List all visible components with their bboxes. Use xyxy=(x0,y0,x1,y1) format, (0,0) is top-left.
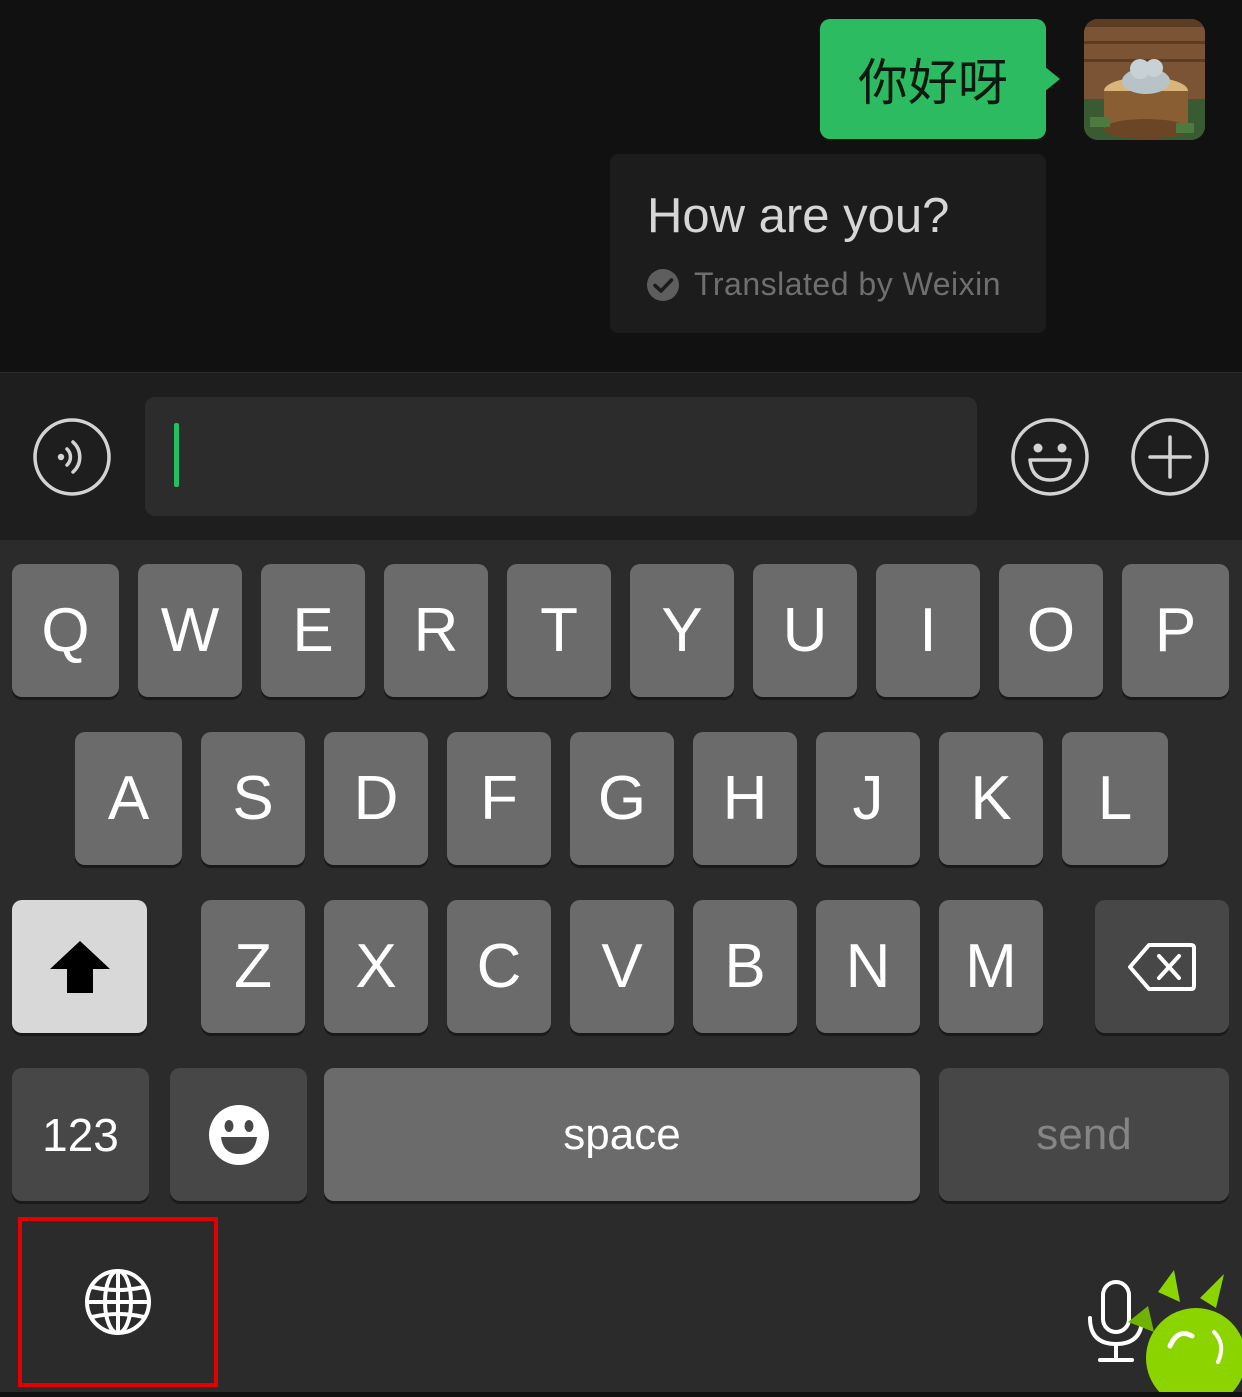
key-v[interactable]: V xyxy=(570,900,674,1033)
key-n[interactable]: N xyxy=(816,900,920,1033)
text-caret xyxy=(174,423,179,487)
bubble-tail xyxy=(1044,66,1060,92)
translation-badge: Translated by Weixin xyxy=(646,266,1001,303)
input-bar xyxy=(0,372,1242,540)
key-g[interactable]: G xyxy=(570,732,674,865)
chat-area: 你好呀 How are you? Translated by Weixin xyxy=(0,0,1242,372)
apple-logo-icon xyxy=(1128,1270,1242,1397)
key-f[interactable]: F xyxy=(447,732,551,865)
key-x[interactable]: X xyxy=(324,900,428,1033)
more-button[interactable] xyxy=(1131,418,1209,496)
shift-key[interactable] xyxy=(12,900,147,1033)
space-key[interactable]: space xyxy=(324,1068,920,1201)
key-c[interactable]: C xyxy=(447,900,551,1033)
key-s[interactable]: S xyxy=(201,732,305,865)
emoji-icon xyxy=(208,1104,269,1165)
sent-message-bubble[interactable]: 你好呀 xyxy=(820,19,1046,139)
shift-arrow-icon xyxy=(49,940,110,993)
key-y[interactable]: Y xyxy=(630,564,734,697)
key-r[interactable]: R xyxy=(384,564,488,697)
key-m[interactable]: M xyxy=(939,900,1043,1033)
translation-card[interactable]: How are you? Translated by Weixin xyxy=(610,154,1046,333)
emoji-key[interactable] xyxy=(170,1068,307,1201)
backspace-icon xyxy=(1128,942,1196,991)
avatar[interactable] xyxy=(1084,19,1205,140)
numbers-key[interactable]: 123 xyxy=(12,1068,149,1201)
globe-icon xyxy=(85,1269,151,1335)
key-w[interactable]: W xyxy=(138,564,242,697)
key-o[interactable]: O xyxy=(999,564,1103,697)
key-k[interactable]: K xyxy=(939,732,1043,865)
key-z[interactable]: Z xyxy=(201,900,305,1033)
message-text: 你好呀 xyxy=(858,54,1008,112)
key-p[interactable]: P xyxy=(1122,564,1229,697)
key-l[interactable]: L xyxy=(1062,732,1168,865)
key-h[interactable]: H xyxy=(693,732,797,865)
voice-button[interactable] xyxy=(33,418,111,496)
key-d[interactable]: D xyxy=(324,732,428,865)
key-e[interactable]: E xyxy=(261,564,365,697)
plus-icon xyxy=(1131,418,1209,496)
key-u[interactable]: U xyxy=(753,564,857,697)
delete-key[interactable] xyxy=(1095,900,1229,1033)
voice-icon xyxy=(33,418,111,496)
key-q[interactable]: Q xyxy=(12,564,119,697)
send-key[interactable]: send xyxy=(939,1068,1229,1201)
keyboard: Q W E R T Y U I O P A S D F G H J K L Z … xyxy=(0,540,1242,1397)
translation-text: How are you? xyxy=(647,189,950,243)
key-a[interactable]: A xyxy=(75,732,182,865)
key-t[interactable]: T xyxy=(507,564,611,697)
message-input[interactable] xyxy=(145,397,977,516)
key-i[interactable]: I xyxy=(876,564,980,697)
avatar-image xyxy=(1084,19,1205,140)
emoji-icon xyxy=(1011,418,1089,496)
check-circle-icon xyxy=(647,268,679,301)
translation-badge-label: Translated by Weixin xyxy=(694,266,1002,302)
globe-key[interactable] xyxy=(18,1217,218,1387)
key-j[interactable]: J xyxy=(816,732,920,865)
emoji-button[interactable] xyxy=(1011,418,1089,496)
watermark-logo xyxy=(1118,1262,1242,1397)
key-b[interactable]: B xyxy=(693,900,797,1033)
